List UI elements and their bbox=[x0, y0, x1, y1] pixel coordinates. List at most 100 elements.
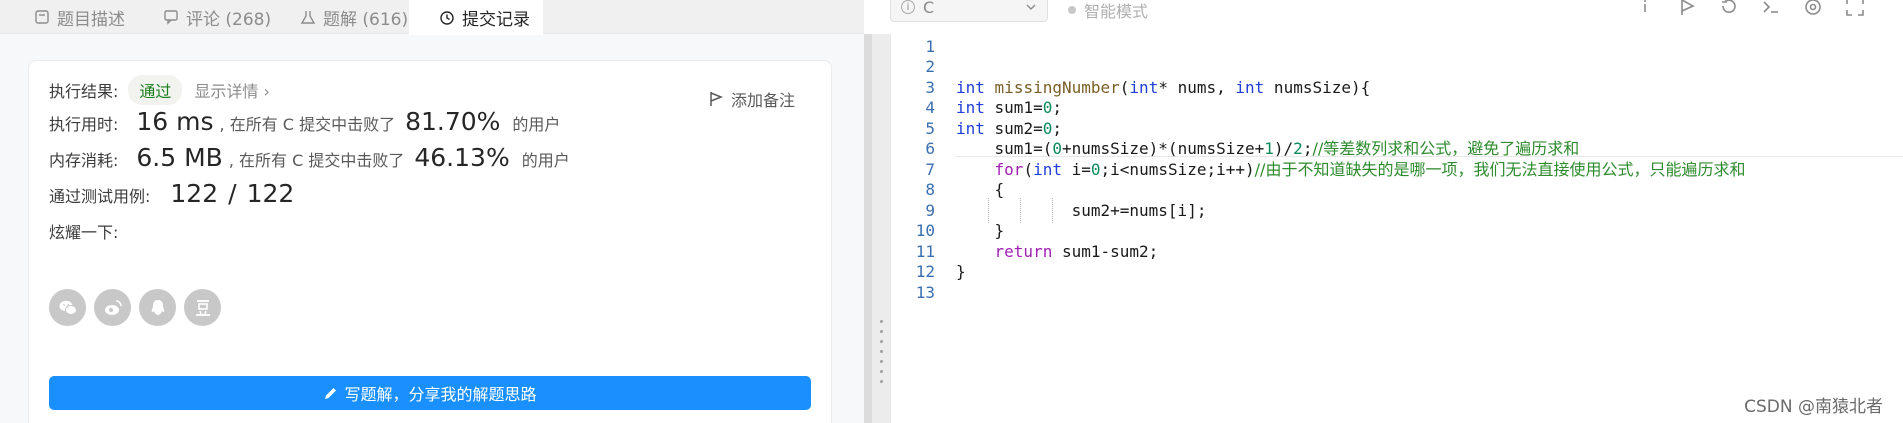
tab-label: 题目描述 bbox=[57, 9, 125, 30]
code-token: } bbox=[956, 221, 1005, 240]
result-label: 执行结果: bbox=[49, 82, 119, 101]
code-token: ;i<numsSize;i++) bbox=[1100, 160, 1255, 179]
code-token: sum1=( bbox=[956, 139, 1053, 158]
add-note-label: 添加备注 bbox=[730, 91, 795, 110]
code-token: ( bbox=[1119, 78, 1130, 97]
code-token: { bbox=[956, 180, 1005, 199]
editor-panel: i C 智能模式 1 2 3 4 5 6 7 8 9 10 11 12 13 i… bbox=[890, 0, 1903, 423]
code-editor[interactable]: 1 2 3 4 5 6 7 8 9 10 11 12 13 int missin… bbox=[890, 34, 1903, 423]
smart-mode-toggle[interactable]: 智能模式 bbox=[1068, 0, 1148, 22]
result-row: 执行结果: 通过 显示详情 › bbox=[49, 75, 270, 105]
result-card: 执行结果: 通过 显示详情 › 添加备注 执行用时: 16 ms , 在所有 C… bbox=[28, 60, 832, 423]
write-solution-label: 写题解，分享我的解题思路 bbox=[344, 385, 537, 404]
tab-label: 提交记录 bbox=[462, 10, 530, 30]
tab-solutions[interactable]: 题解 (616) bbox=[300, 0, 408, 34]
reset-icon[interactable] bbox=[1718, 0, 1740, 18]
code-token: int bbox=[956, 98, 985, 117]
code-token: } bbox=[956, 262, 966, 281]
add-note-button[interactable]: 添加备注 bbox=[709, 87, 795, 111]
code-token: 2 bbox=[1293, 139, 1303, 158]
splitter-grip-dot bbox=[880, 330, 883, 333]
settings-icon[interactable] bbox=[1802, 0, 1824, 18]
line-number: 13 bbox=[915, 283, 935, 302]
splitter-grip-dot bbox=[880, 340, 883, 343]
splitter-grip-dot bbox=[880, 320, 883, 323]
write-solution-button[interactable]: 写题解，分享我的解题思路 bbox=[49, 376, 811, 410]
wechat-icon bbox=[59, 300, 77, 315]
code-token: )/ bbox=[1273, 139, 1294, 158]
memory-row: 内存消耗: 6.5 MB , 在所有 C 提交中击败了 46.13% 的用户 bbox=[49, 143, 570, 172]
fullscreen-icon[interactable] bbox=[1844, 0, 1866, 18]
tests-label: 通过测试用例: bbox=[49, 187, 151, 206]
run-icon[interactable] bbox=[1676, 0, 1698, 18]
code-token: 1 bbox=[1264, 139, 1274, 158]
qq-icon bbox=[151, 299, 164, 315]
comment-icon bbox=[164, 10, 178, 25]
code-token: int bbox=[1033, 160, 1062, 179]
memory-percent: 46.13% bbox=[414, 143, 510, 172]
runtime-value: 16 ms bbox=[136, 107, 214, 136]
tests-total: 122 bbox=[246, 179, 295, 208]
splitter-bar bbox=[864, 34, 872, 423]
status-badge: 通过 bbox=[128, 75, 183, 105]
show-details-link[interactable]: 显示详情 › bbox=[194, 78, 270, 102]
code-token: ; bbox=[1052, 98, 1062, 117]
info-icon[interactable] bbox=[1634, 0, 1656, 18]
code-token: ( bbox=[1023, 160, 1034, 179]
share-wechat-button[interactable] bbox=[49, 289, 86, 326]
tab-submissions[interactable]: 提交记录 bbox=[409, 0, 543, 35]
code-token: 0 bbox=[1090, 160, 1101, 179]
code-token: return bbox=[994, 242, 1053, 261]
editor-toolbar: i C 智能模式 bbox=[890, 0, 1903, 22]
code-comment: //等差数列求和公式，避免了遍历求和 bbox=[1312, 139, 1580, 158]
watermark: CSDN @南猿北者 bbox=[1744, 397, 1883, 417]
info-icon: i bbox=[901, 0, 915, 14]
memory-text: , 在所有 C 提交中击败了 bbox=[228, 151, 405, 170]
splitter-grip-dot bbox=[880, 380, 883, 383]
splitter-grip-dot bbox=[880, 360, 883, 363]
tab-bar: 题目描述 评论 (268) 题解 (616) 提交记录 bbox=[0, 0, 864, 35]
douban-icon bbox=[195, 299, 210, 316]
pencil-icon bbox=[325, 387, 337, 399]
code-line-12: } bbox=[956, 259, 966, 284]
runtime-text: , 在所有 C 提交中击败了 bbox=[219, 115, 396, 134]
runtime-label: 执行用时: bbox=[49, 115, 119, 134]
code-line-7: for(int i=0;i<numsSize;i++)//由于不知道缺失的是哪一… bbox=[956, 157, 1746, 182]
submission-panel: 题目描述 评论 (268) 题解 (616) 提交记录 执行结果: 通过 显示详… bbox=[0, 0, 864, 423]
code-token: 0 bbox=[1052, 139, 1062, 158]
memory-value: 6.5 MB bbox=[136, 143, 223, 172]
smart-mode-dot bbox=[1068, 6, 1076, 14]
memory-suffix: 的用户 bbox=[521, 151, 570, 170]
tab-description[interactable]: 题目描述 bbox=[34, 0, 125, 34]
tests-separator: / bbox=[228, 179, 237, 208]
code-token: numsSize){ bbox=[1264, 78, 1371, 97]
clock-icon bbox=[440, 10, 454, 25]
tab-label: 题解 (616) bbox=[323, 9, 409, 30]
share-row: 炫耀一下: bbox=[49, 219, 118, 243]
language-select[interactable]: i C bbox=[890, 0, 1048, 22]
tests-passed: 122 bbox=[170, 179, 219, 208]
flask-icon bbox=[300, 11, 316, 24]
weibo-icon bbox=[104, 299, 122, 315]
code-token: ; bbox=[1302, 139, 1313, 158]
code-token: * nums, bbox=[1158, 78, 1236, 97]
share-douban-button[interactable] bbox=[184, 289, 221, 326]
chevron-down-icon bbox=[1026, 4, 1036, 10]
code-token: +numsSize)*(numsSize+ bbox=[1061, 139, 1265, 158]
code-comment: //由于不知道缺失的是哪一项，我们无法直接使用公式，只能遍历求和 bbox=[1254, 160, 1746, 179]
tests-row: 通过测试用例: 122 / 122 bbox=[49, 179, 294, 208]
code-token: i= bbox=[1061, 160, 1091, 179]
share-weibo-button[interactable] bbox=[94, 289, 131, 326]
tab-comments[interactable]: 评论 (268) bbox=[163, 0, 271, 34]
runtime-row: 执行用时: 16 ms , 在所有 C 提交中击败了 81.70% 的用户 bbox=[49, 107, 560, 136]
code-token: int bbox=[1129, 78, 1159, 97]
code-token: 0 bbox=[1042, 98, 1053, 117]
smart-mode-label: 智能模式 bbox=[1084, 2, 1149, 21]
code-token: int bbox=[1235, 78, 1265, 97]
share-qq-button[interactable] bbox=[139, 289, 176, 326]
code-line-11: return sum1-sum2; bbox=[956, 239, 1159, 264]
console-icon[interactable] bbox=[1760, 0, 1782, 18]
memory-label: 内存消耗: bbox=[49, 151, 119, 170]
share-label: 炫耀一下: bbox=[49, 223, 119, 242]
splitter-grip-dot bbox=[880, 350, 883, 353]
